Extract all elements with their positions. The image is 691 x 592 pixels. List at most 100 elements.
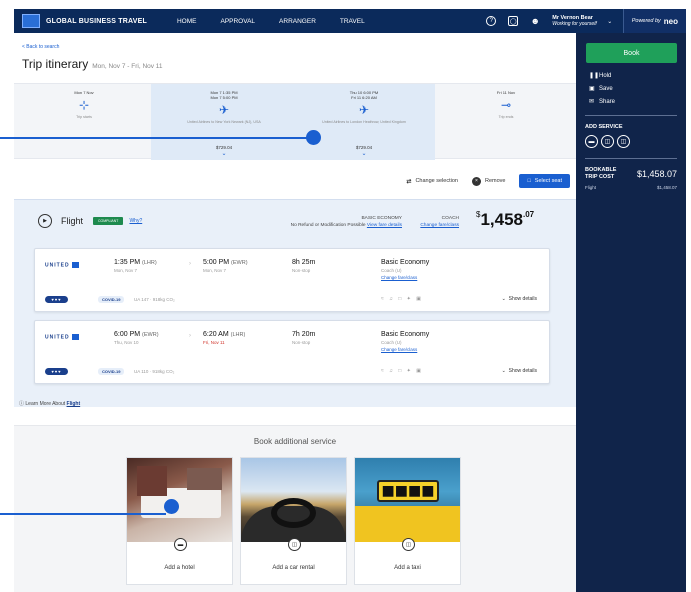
nav-link-arranger[interactable]: ARRANGER [279, 18, 316, 25]
departure-date: Thu, Nov 10 [114, 340, 139, 345]
taxi-image: ■■■■ [355, 458, 460, 542]
add-taxi-card[interactable]: ■■■■ ◫ Add a taxi [354, 457, 461, 585]
swap-icon: ⇄ [406, 178, 412, 185]
flight-number: UA 147 · 918kg CO₂ [134, 297, 175, 302]
cabin-name: Basic Economy [381, 331, 430, 338]
departure-code: (EWR) [142, 332, 159, 338]
users-icon[interactable]: ☻ [530, 16, 540, 26]
departure-date: Mon, Nov 7 [114, 268, 138, 273]
user-menu[interactable]: Mr Vernon Bear Working for yourself [552, 15, 596, 27]
nav-link-travel[interactable]: TRAVEL [340, 18, 365, 25]
duration: 7h 20m Non-stop [292, 331, 315, 345]
airline-name: UNITED [45, 334, 70, 341]
chevron-down-icon: ⌄ [501, 296, 506, 302]
add-hotel-label: Add a hotel [164, 565, 195, 571]
callout-marker [164, 499, 179, 514]
add-service-icons: ▬ ◫ ◫ [585, 135, 677, 148]
taxi-icon: ◫ [402, 538, 415, 551]
select-seat-button[interactable]: □ Select seat [519, 174, 570, 188]
seat-icon: □ [527, 178, 531, 184]
covid-badge[interactable]: COVID-19 [98, 296, 125, 303]
itinerary-actions: ⇄ Change selection × Remove □ Select seat [406, 174, 570, 188]
timeline-start: Mon 7 Nov ⊹ Trip starts [64, 90, 104, 119]
arrival-time: 5:00 PM [203, 259, 230, 266]
book-button[interactable]: Book [586, 43, 677, 63]
arrival: 5:00 PM (EWR) Mon, Nov 7 [203, 259, 248, 273]
change-fare-class-link[interactable]: Change fare/class [381, 275, 429, 280]
departure: 1:35 PM (LHR) Mon, Nov 7 [114, 259, 157, 273]
car-icon[interactable]: ◫ [601, 135, 614, 148]
info-icon: ⓘ [19, 401, 25, 407]
divider [585, 158, 677, 159]
arrival-date: Fri, Nov 11 [203, 340, 225, 345]
chevron-down-icon[interactable]: ⌄ [605, 16, 615, 26]
nav-link-home[interactable]: HOME [177, 18, 197, 25]
bookable-trip-cost-amount: $1,458.07 [636, 168, 677, 179]
show-details-button[interactable]: ⌄ Show details [502, 368, 537, 374]
amenities-icons: ≈ ♫ □ ✦ ▣ [381, 296, 423, 302]
timeline-start-label: Trip starts [76, 115, 92, 119]
add-taxi-label: Add a taxi [394, 565, 421, 571]
timeline-outbound-price[interactable]: $729.04 ⌄ [204, 145, 244, 157]
cost-flight-label: Flight [585, 185, 597, 190]
save-label: Save [599, 85, 613, 92]
learn-more-label: Learn More About [25, 401, 66, 407]
stops: Non-stop [292, 268, 311, 273]
nav-link-approval[interactable]: APPROVAL [220, 18, 255, 25]
timeline-end: Fri 11 Nov ⊸ Trip ends [486, 90, 526, 119]
arrival-code: (EWR) [231, 260, 248, 266]
show-details-label: Show details [508, 368, 537, 374]
show-details-button[interactable]: ⌄ Show details [502, 296, 537, 302]
cabin-name: Basic Economy [381, 259, 430, 266]
page-title-text: Trip itinerary [22, 57, 89, 71]
back-to-search-link[interactable]: < Back to search [22, 44, 59, 50]
flight-section: ▶ Flight COMPLIANT Why? BASIC ECONOMY No… [14, 199, 576, 407]
fare-note: No Refund or Modification Possible [290, 223, 366, 228]
bed-icon[interactable]: ▬ [585, 135, 598, 148]
fare-info: BASIC ECONOMY No Refund or Modification … [254, 215, 402, 229]
change-selection-button[interactable]: ⇄ Change selection [406, 178, 458, 185]
cabin: Basic Economy Coach (U) Change fare/class [381, 331, 429, 352]
flight-toggle-icon[interactable]: ▶ [38, 214, 52, 228]
why-link[interactable]: Why? [129, 218, 142, 224]
hold-label: Hold [599, 72, 612, 79]
timeline-return-price[interactable]: $729.04 ⌄ [344, 145, 384, 157]
united-globe-icon [71, 334, 79, 340]
plane-icon: ✈ [218, 103, 230, 117]
add-hotel-card[interactable]: ▬ Add a hotel [126, 457, 233, 585]
arrival-time: 6:20 AM [203, 331, 229, 338]
additional-services-title: Book additional service [253, 437, 337, 446]
learn-more: ⓘ Learn More About Flight [19, 400, 80, 407]
notification-icon[interactable]: ◯ [508, 16, 519, 26]
stops: Non-stop [292, 340, 311, 345]
trip-dates: Mon, Nov 7 - Fri, Nov 11 [92, 63, 163, 70]
timeline-return[interactable]: Thu 10 6:00 PM Fri 11 6:20 AM ✈ United A… [304, 90, 424, 124]
help-icon[interactable]: ? [486, 16, 497, 26]
timeline-end-date: Fri 11 Nov [496, 90, 516, 95]
top-navigation: GLOBAL BUSINESS TRAVEL HOME APPROVAL ARR… [14, 9, 686, 33]
compliant-badge: COMPLIANT [93, 217, 124, 225]
view-fare-details-link[interactable]: View fare details [367, 223, 402, 228]
premium-badge: ♥♥♥ [45, 296, 68, 303]
page-title: Trip itinerary Mon, Nov 7 - Fri, Nov 11 [22, 57, 163, 71]
united-globe-icon [71, 262, 79, 268]
hold-button[interactable]: ❚❚ Hold [589, 72, 677, 80]
powered-by-label: Powered by [631, 18, 661, 24]
covid-badge[interactable]: COVID-19 [98, 368, 125, 375]
amex-logo[interactable] [22, 14, 40, 28]
add-car-rental-card[interactable]: ◫ Add a car rental [240, 457, 347, 585]
learn-more-flight-link[interactable]: Flight [67, 401, 81, 407]
flight-leg[interactable]: UNITED 1:35 PM (LHR) Mon, Nov 7 › 5:00 PM… [34, 248, 550, 312]
arrow-right-icon: › [189, 333, 191, 339]
taxi-icon[interactable]: ◫ [617, 135, 630, 148]
show-details-label: Show details [508, 296, 537, 302]
save-button[interactable]: ▣ Save [589, 85, 677, 93]
chevron-down-icon: ⌄ [361, 151, 367, 157]
united-logo: UNITED [45, 334, 79, 340]
flight-leg[interactable]: UNITED 6:00 PM (EWR) Thu, Nov 10 › 6:20 A… [34, 320, 550, 384]
timeline-outbound[interactable]: Mon 7 1:35 PM Mon 7 5:00 PM ✈ United Air… [169, 90, 279, 124]
change-fare-class-link[interactable]: Change fare/class [381, 347, 429, 352]
share-button[interactable]: ✉ Share [589, 98, 677, 106]
remove-button[interactable]: × Remove [471, 176, 505, 186]
change-fare-class-link[interactable]: Change fare/class [420, 223, 459, 228]
